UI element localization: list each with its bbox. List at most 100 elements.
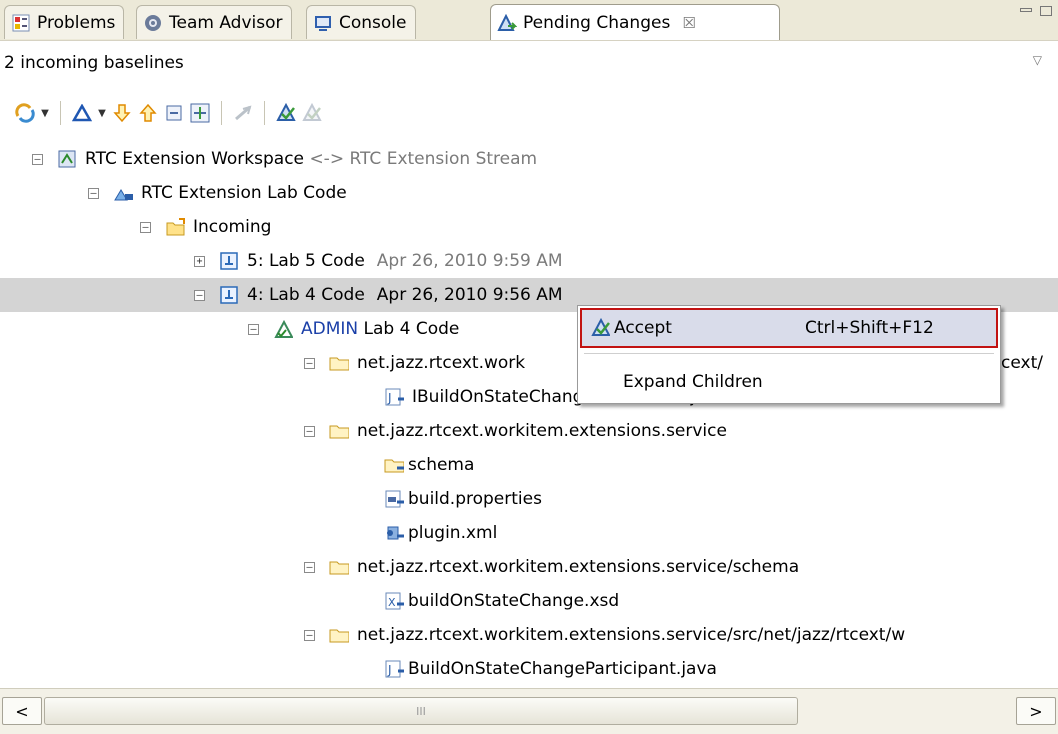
view-title: 2 incoming baselines [4, 53, 184, 73]
tab-label: Team Advisor [169, 12, 283, 33]
delta-icon[interactable] [71, 101, 93, 125]
collapse-toggle-icon[interactable]: – [304, 629, 315, 641]
menu-item-label: Accept [614, 318, 672, 338]
window-controls [1020, 6, 1052, 16]
arrow-up-icon[interactable] [137, 101, 159, 125]
svg-text:J: J [387, 391, 392, 405]
expand-icon[interactable] [189, 101, 211, 125]
collapse-toggle-icon[interactable]: – [304, 425, 315, 437]
plugin-file-icon [384, 523, 404, 543]
file-name: BuildOnStateChangeParticipant.java [408, 659, 717, 679]
workspace-icon [57, 149, 77, 169]
chevron-down-icon[interactable]: ▼ [97, 101, 107, 125]
console-icon [313, 13, 333, 33]
toolbar-separator [60, 101, 61, 125]
scroll-thumb[interactable]: III [44, 697, 798, 725]
folder-name: net.jazz.rtcext.workitem.extensions.serv… [357, 421, 727, 441]
scroll-right-button[interactable]: > [1016, 697, 1056, 725]
incoming-folder-icon [165, 217, 185, 237]
accept-icon[interactable] [275, 101, 297, 125]
folder-icon [329, 625, 349, 645]
collapse-toggle-icon[interactable]: – [304, 357, 315, 369]
tree-row-incoming[interactable]: – Incoming [0, 210, 1058, 244]
chevron-left-icon: < [15, 701, 29, 721]
component-name: RTC Extension Lab Code [141, 183, 347, 203]
grip-icon: III [416, 704, 426, 718]
baseline-icon [219, 285, 239, 305]
baseline-5-date: Apr 26, 2010 9:59 AM [376, 251, 563, 271]
tab-label: Console [339, 12, 407, 33]
toolbar-separator [221, 101, 222, 125]
view-toolbar: ▼ ▼ [0, 94, 1058, 132]
tab-label: Problems [37, 12, 116, 33]
changeset-author: ADMIN [301, 319, 359, 339]
stream-name: RTC Extension Stream [349, 149, 538, 169]
file-name: buildOnStateChange.xsd [408, 591, 620, 611]
baseline-4-date: Apr 26, 2010 9:56 AM [376, 285, 563, 305]
sync-icon[interactable] [14, 101, 36, 125]
toolbar-separator [264, 101, 265, 125]
tree-row-file[interactable]: schema [0, 448, 1058, 482]
baseline-4-label: 4: Lab 4 Code [247, 285, 365, 305]
collapse-toggle-icon[interactable]: – [248, 323, 259, 335]
close-icon[interactable]: ☒ [682, 14, 695, 32]
tree-row-folder[interactable]: – net.jazz.rtcext.workitem.extensions.se… [0, 550, 1058, 584]
menu-separator [584, 353, 994, 354]
accept-all-icon[interactable] [301, 101, 323, 125]
tree-row-file[interactable]: J BuildOnStateChangeParticipant.java [0, 652, 1058, 686]
chevron-down-icon[interactable]: ▼ [40, 101, 50, 125]
collapse-toggle-icon[interactable]: – [88, 187, 99, 199]
svg-text:X: X [388, 596, 396, 609]
maximize-button[interactable] [1040, 6, 1052, 16]
tab-label: Pending Changes [523, 12, 671, 33]
collapse-toggle-icon[interactable]: – [194, 289, 205, 301]
context-menu: Accept Ctrl+Shift+F12 Expand Children [577, 305, 1001, 404]
collapse-all-icon[interactable] [163, 101, 185, 125]
folder-name-tail: cext/ [1001, 353, 1043, 373]
tree-row-folder[interactable]: – net.jazz.rtcext.workitem.extensions.se… [0, 618, 1058, 652]
java-file-icon: J [384, 387, 404, 407]
component-icon [113, 183, 133, 203]
scroll-left-button[interactable]: < [2, 697, 42, 725]
tree-row-file[interactable]: X buildOnStateChange.xsd [0, 584, 1058, 618]
team-advisor-icon [143, 13, 163, 33]
menu-item-accept[interactable]: Accept Ctrl+Shift+F12 [580, 308, 998, 348]
file-name: build.properties [408, 489, 542, 509]
folder-name: net.jazz.rtcext.workitem.extensions.serv… [357, 625, 906, 645]
chevron-right-icon: > [1029, 701, 1043, 721]
workspace-name: RTC Extension Workspace [85, 149, 305, 169]
view-tab-bar: Problems Team Advisor Console Pending Ch… [0, 0, 1058, 41]
tab-console[interactable]: Console [306, 5, 416, 39]
folder-name: net.jazz.rtcext.work [357, 353, 526, 373]
tree-row-baseline-5[interactable]: + 5: Lab 5 Code Apr 26, 2010 9:59 AM [0, 244, 1058, 278]
arrow-down-icon[interactable] [111, 101, 133, 125]
folder-add-icon [384, 455, 404, 475]
collapse-toggle-icon[interactable]: – [32, 153, 43, 165]
changeset-icon [273, 319, 293, 339]
tree-row-component[interactable]: – RTC Extension Lab Code [0, 176, 1058, 210]
file-name: schema [408, 455, 475, 475]
view-title-bar: 2 incoming baselines ▽ [0, 41, 1058, 85]
horizontal-scrollbar[interactable]: < III > [0, 688, 1058, 734]
collapse-toggle-icon[interactable]: – [304, 561, 315, 573]
view-menu-icon[interactable]: ▽ [1033, 53, 1042, 67]
tree-row-file[interactable]: plugin.xml [0, 516, 1058, 550]
tree-row-folder[interactable]: – net.jazz.rtcext.workitem.extensions.se… [0, 414, 1058, 448]
menu-item-shortcut: Ctrl+Shift+F12 [805, 318, 934, 338]
baseline-5-label: 5: Lab 5 Code [247, 251, 365, 271]
tree-row-file[interactable]: build.properties [0, 482, 1058, 516]
folder-icon [329, 557, 349, 577]
minimize-button[interactable] [1020, 8, 1032, 12]
tab-problems[interactable]: Problems [4, 5, 125, 39]
xsd-file-icon: X [384, 591, 404, 611]
tree-row-workspace[interactable]: – RTC Extension Workspace <-> RTC Extens… [0, 142, 1058, 176]
collapse-toggle-icon[interactable]: – [140, 221, 151, 233]
incoming-label: Incoming [193, 217, 272, 237]
tab-pending-changes[interactable]: Pending Changes ☒ [490, 4, 780, 40]
expand-toggle-icon[interactable]: + [194, 255, 205, 267]
folder-name: net.jazz.rtcext.workitem.extensions.serv… [357, 557, 800, 577]
tab-team-advisor[interactable]: Team Advisor [136, 5, 292, 39]
flow-icon[interactable] [232, 101, 254, 125]
accept-icon [590, 317, 610, 338]
menu-item-expand-children[interactable]: Expand Children [580, 362, 998, 402]
